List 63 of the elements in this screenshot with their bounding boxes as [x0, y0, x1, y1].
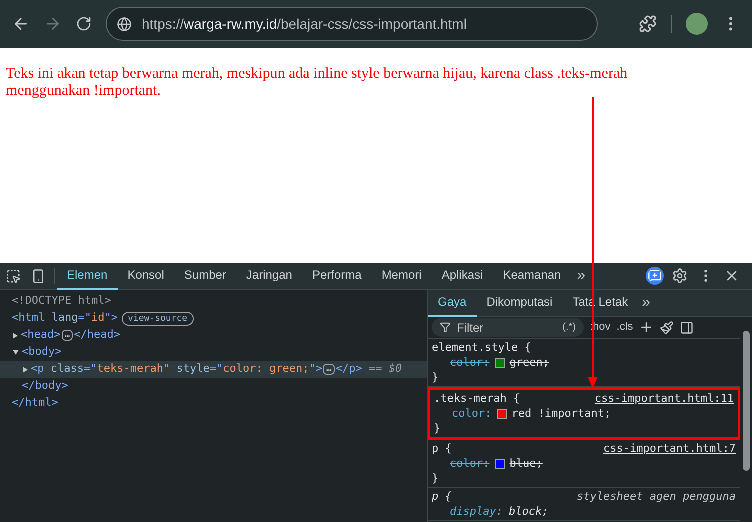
devtools-tab[interactable]: Sumber [174, 262, 236, 290]
devtools-tab[interactable]: Performa [302, 262, 372, 290]
rule-selector: p { [432, 441, 452, 456]
filter-field[interactable]: Filter (.*) [432, 318, 584, 337]
color-swatch[interactable] [494, 458, 505, 468]
settings-icon[interactable] [672, 268, 688, 284]
url-text: https://warga-rw.my.id/belajar-css/css-important.html [142, 14, 467, 34]
rule-selector: .teks-merah { [434, 391, 520, 406]
rule-selector: p { [432, 489, 452, 504]
css-value[interactable]: green; [510, 355, 550, 370]
devtools-tab[interactable]: Aplikasi [432, 262, 494, 290]
more-tabs-button[interactable]: » [638, 292, 654, 314]
dom-node-line[interactable]: <!DOCTYPE html> [0, 293, 427, 310]
dom-node-line[interactable]: </body> [0, 378, 427, 395]
address-bar[interactable]: https://warga-rw.my.id/belajar-css/css-important.html [106, 7, 598, 41]
avatar[interactable] [686, 13, 708, 35]
filter-icon [440, 322, 451, 333]
feedback-icon[interactable] [646, 267, 664, 285]
styles-toolbar-button[interactable]: .cls [616, 319, 634, 336]
brush-icon[interactable] [660, 320, 674, 334]
rule-selector: element.style { [432, 340, 532, 355]
color-swatch[interactable] [494, 358, 505, 368]
devtools-tab[interactable]: Konsol [118, 262, 174, 290]
dom-node-line[interactable]: <body> [0, 344, 427, 361]
rule-close-brace: } [434, 421, 442, 436]
dom-node-line[interactable]: </html> [0, 395, 427, 412]
more-tabs-button[interactable]: » [571, 264, 592, 288]
view-source-badge[interactable]: view-source [122, 312, 194, 326]
css-value[interactable]: block; [508, 504, 549, 519]
source-link[interactable]: css-important.html:11 [594, 391, 734, 406]
collapsed-content-badge[interactable]: … [62, 330, 74, 341]
collapsed-triangle-icon[interactable] [23, 366, 28, 372]
color-swatch[interactable] [496, 408, 507, 418]
inspect-icon[interactable] [6, 268, 21, 284]
rule-source: stylesheet agen pengguna [577, 489, 736, 504]
devtools-tab[interactable]: Elemen [57, 262, 118, 290]
paragraph: Teks ini akan tetap berwarna merah, meskipun ada inline style berwarna hijau, karena class .teks-merah menggunakan !important. [6, 66, 629, 100]
devtools-tab[interactable]: Keamanan [493, 262, 572, 290]
css-property[interactable]: color: [452, 406, 492, 421]
devtools-tab[interactable]: Jaringan [236, 262, 302, 290]
device-icon[interactable] [31, 268, 46, 284]
collapsed-triangle-icon[interactable] [13, 332, 18, 338]
dom-node-line[interactable]: <head> … </head> [0, 327, 427, 344]
rule-close-brace: } [432, 370, 440, 385]
rule-close-brace: } [432, 471, 440, 486]
back-icon[interactable] [12, 15, 30, 33]
devtools-tab[interactable]: Memori [372, 262, 432, 290]
css-property[interactable]: display: [450, 504, 503, 519]
css-property[interactable]: color: [450, 355, 490, 370]
add-rule-icon[interactable] [639, 320, 654, 335]
collapsed-content-badge[interactable]: … [323, 364, 335, 375]
sidebar-toggle-icon[interactable] [680, 320, 694, 334]
css-value[interactable]: red !important; [512, 406, 612, 421]
extensions-icon[interactable] [639, 15, 657, 33]
expanded-triangle-icon[interactable] [13, 350, 19, 355]
css-property[interactable]: color: [450, 456, 490, 471]
styles-tab[interactable]: Dikomputasi [476, 290, 563, 316]
regex-toggle[interactable]: (.*) [562, 320, 576, 335]
dom-node-line[interactable]: <html lang="id"> view-source [0, 310, 427, 327]
reload-icon[interactable] [76, 16, 92, 32]
globe-icon [117, 16, 132, 32]
css-value[interactable]: blue; [510, 456, 543, 471]
source-link[interactable]: css-important.html:7 [604, 441, 736, 456]
